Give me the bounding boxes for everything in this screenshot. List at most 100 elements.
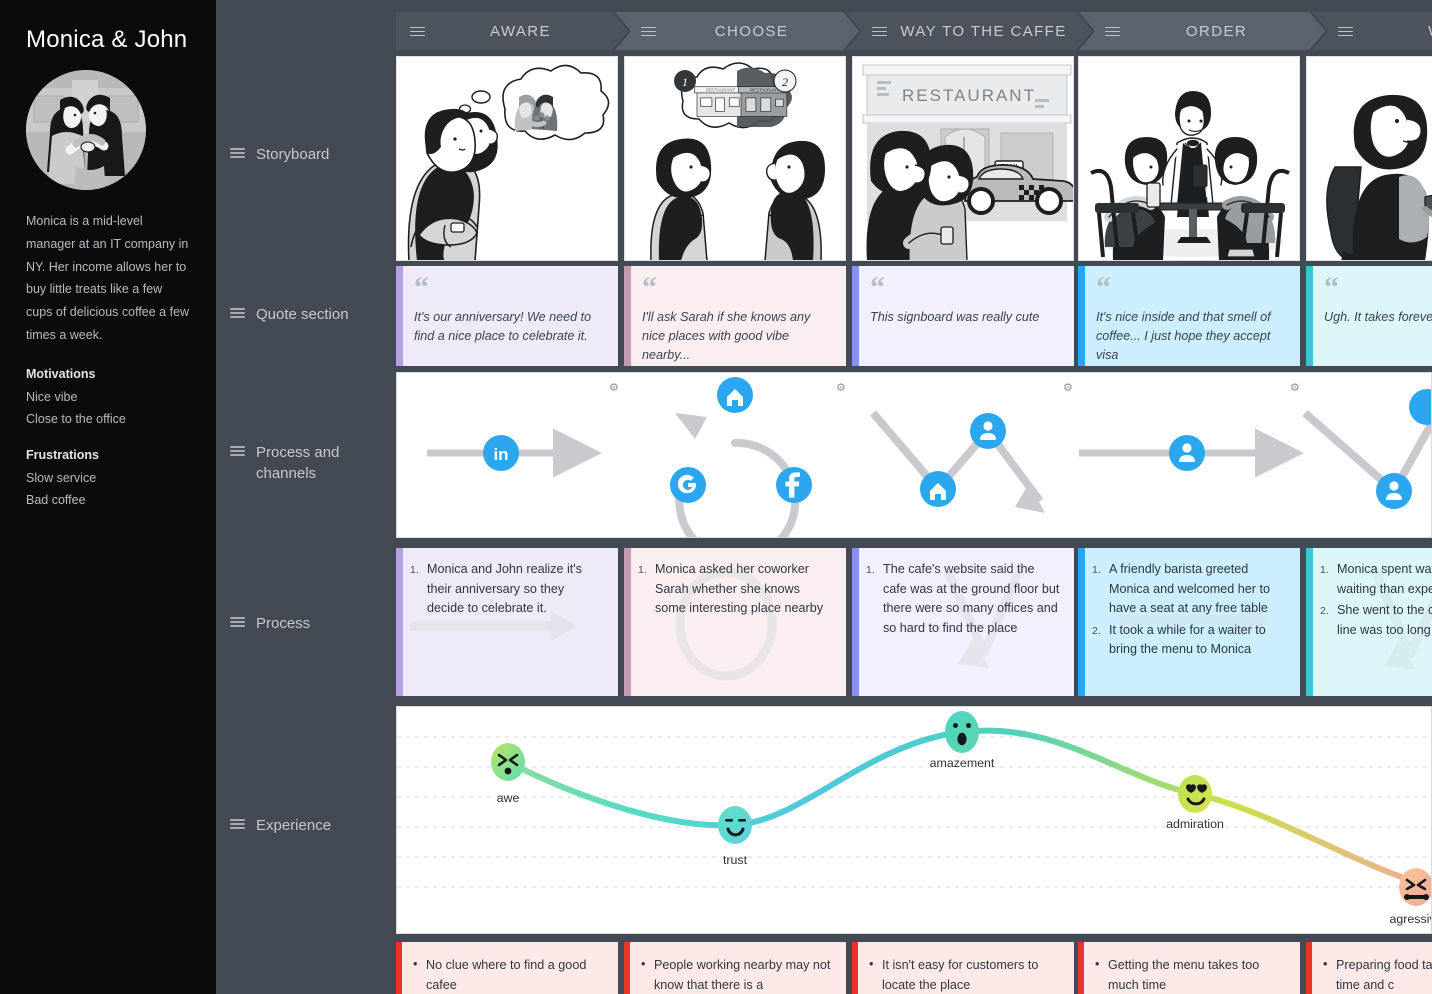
frustration-item: Bad coffee: [26, 492, 86, 507]
row-label-text: Process: [256, 615, 311, 632]
pain-cell[interactable]: Getting the menu takes too much time: [1078, 942, 1300, 994]
quote-cell[interactable]: “ It's nice inside and that smell of cof…: [1078, 266, 1300, 366]
drag-handle-icon[interactable]: [1338, 26, 1353, 40]
emotion-point-awe: [491, 743, 525, 781]
accent-bar: [1306, 266, 1313, 366]
svg-text:RESTAURANT: RESTAURANT: [706, 88, 735, 93]
drag-handle-icon[interactable]: [410, 26, 425, 40]
accent-bar: [852, 942, 858, 994]
process-list: A friendly barista greeted Monica and we…: [1092, 560, 1286, 660]
process-list: Monica asked her coworker Sarah whether …: [638, 560, 832, 619]
accent-bar: [396, 548, 403, 696]
process-list: Monica and John realize it's their anniv…: [410, 560, 604, 619]
pain-item: Getting the menu takes too much time: [1094, 954, 1286, 994]
channel-flow-diagram: in: [427, 377, 1431, 537]
quote-text: I'll ask Sarah if she knows any nice pla…: [642, 310, 811, 362]
process-list: The cafe's website said the cafe was at …: [866, 560, 1060, 638]
row-label-experience[interactable]: Experience: [230, 815, 400, 836]
accent-bar: [852, 266, 859, 366]
storyboard-cell[interactable]: [1306, 56, 1432, 261]
accent-bar: [396, 266, 403, 366]
accent-bar: [624, 548, 631, 696]
process-cell[interactable]: Monica asked her coworker Sarah whether …: [624, 548, 846, 696]
quote-mark-icon: “: [1096, 271, 1111, 304]
storyboard-illustration-4: [1079, 57, 1299, 260]
pain-list: No clue where to find a good cafee: [412, 954, 604, 994]
process-cell[interactable]: Monica and John realize it's their anniv…: [396, 548, 618, 696]
svg-text:2: 2: [782, 75, 788, 89]
row-label-process-and-channels[interactable]: Process and channels: [230, 442, 400, 484]
process-list: Monica spent way more time waiting than …: [1320, 560, 1432, 640]
stage-tab-label: CHOOSE: [714, 22, 789, 40]
quote-text: This signboard was really cute: [870, 310, 1040, 324]
process-item: Monica asked her coworker Sarah whether …: [638, 561, 824, 615]
process-cell[interactable]: The cafe's website said the cafe was at …: [852, 548, 1074, 696]
experience-chart-panel[interactable]: awe trust amazement admiration agressive: [396, 706, 1432, 934]
quote-cell[interactable]: “ This signboard was really cute: [852, 266, 1074, 366]
motivations-title: Motivations: [26, 366, 96, 381]
stage-tab-label: ORDER: [1185, 22, 1248, 40]
stage-tab-way-to-the-caffe[interactable]: WAY TO THE CAFFE: [846, 12, 1092, 50]
process-channels-panel[interactable]: in ⚙ ⚙ ⚙ ⚙: [396, 372, 1432, 538]
drag-handle-icon[interactable]: [1105, 26, 1120, 40]
stage-tab-label: AWARE: [490, 22, 551, 40]
storyboard-cell[interactable]: [1078, 56, 1300, 261]
storyboard-cell[interactable]: RESTAURANT TAXI: [852, 56, 1074, 261]
pain-list: Preparing food takes too much time and c: [1322, 954, 1432, 994]
gear-icon[interactable]: ⚙: [609, 381, 619, 394]
process-item: She went to the counter but the line was…: [1320, 602, 1432, 637]
row-label-text: Experience: [256, 817, 332, 834]
process-item: The cafe's website said the cafe was at …: [866, 561, 1060, 635]
pain-cell[interactable]: It isn't easy for customers to locate th…: [852, 942, 1074, 994]
drag-handle-icon[interactable]: [230, 446, 245, 459]
emotion-curve-chart: [397, 711, 1431, 906]
quote-mark-icon: “: [870, 271, 885, 304]
couple-avatar-icon: [26, 70, 146, 190]
accent-bar: [1078, 548, 1085, 696]
drag-handle-icon[interactable]: [230, 148, 245, 161]
quote-cell[interactable]: “ It's our anniversary! We need to find …: [396, 266, 618, 366]
stage-tab-bar: AWARE CHOOSE WAY TO THE CAFFE ORDER: [396, 12, 1432, 50]
drag-handle-icon[interactable]: [872, 26, 887, 40]
gear-icon[interactable]: ⚙: [1063, 381, 1073, 394]
row-label-quote-section[interactable]: Quote section: [230, 304, 400, 325]
storyboard-cell[interactable]: RESTAURANT RESTAURANT 1 2: [624, 56, 846, 261]
emotion-point-admiration: [1178, 775, 1212, 813]
process-item: Monica and John realize it's their anniv…: [410, 561, 583, 615]
gear-icon[interactable]: ⚙: [1290, 381, 1300, 394]
stage-tab-order[interactable]: ORDER: [1079, 12, 1325, 50]
drag-handle-icon[interactable]: [641, 26, 656, 40]
stage-tab-choose[interactable]: CHOOSE: [615, 12, 859, 50]
gear-icon[interactable]: ⚙: [836, 381, 846, 394]
pain-cell[interactable]: Preparing food takes too much time and c: [1306, 942, 1432, 994]
drag-handle-icon[interactable]: [230, 308, 245, 321]
accent-bar: [624, 266, 631, 366]
quote-cell[interactable]: “ I'll ask Sarah if she knows any nice p…: [624, 266, 846, 366]
frustrations-block: Frustrations Slow service Bad coffee: [26, 448, 192, 511]
journey-board: AWARE CHOOSE WAY TO THE CAFFE ORDER REST…: [396, 0, 1432, 994]
emotion-label-awe: awe: [496, 791, 520, 805]
drag-handle-icon[interactable]: [230, 617, 245, 630]
pain-list: People working nearby may not know that …: [640, 954, 832, 994]
svg-text:RESTAURANT: RESTAURANT: [902, 86, 1036, 105]
stage-tab-wait[interactable]: WAIT: [1312, 12, 1432, 50]
process-cell[interactable]: A friendly barista greeted Monica and we…: [1078, 548, 1300, 696]
row-label-process[interactable]: Process: [230, 613, 400, 634]
accent-bar: [624, 942, 630, 994]
pain-cell[interactable]: No clue where to find a good cafee: [396, 942, 618, 994]
grid-lines: [397, 736, 1431, 888]
storyboard-cell[interactable]: [396, 56, 618, 261]
emotion-label-trust: trust: [722, 853, 748, 867]
storyboard-illustration-5: [1307, 57, 1432, 260]
row-label-column: Storyboard Quote section Process and cha…: [216, 0, 396, 994]
stage-tab-aware[interactable]: AWARE: [396, 12, 628, 50]
process-cell[interactable]: Monica spent way more time waiting than …: [1306, 548, 1432, 696]
quote-cell[interactable]: “ Ugh. It takes forever: [1306, 266, 1432, 366]
pain-cell[interactable]: People working nearby may not know that …: [624, 942, 846, 994]
drag-handle-icon[interactable]: [230, 819, 245, 832]
row-label-storyboard[interactable]: Storyboard: [230, 144, 400, 165]
emotion-curve-line: [505, 727, 1431, 890]
emotion-point-agressive: [1399, 868, 1431, 906]
storyboard-illustration-1: [397, 57, 617, 260]
svg-text:RESTAURANT: RESTAURANT: [750, 88, 779, 93]
